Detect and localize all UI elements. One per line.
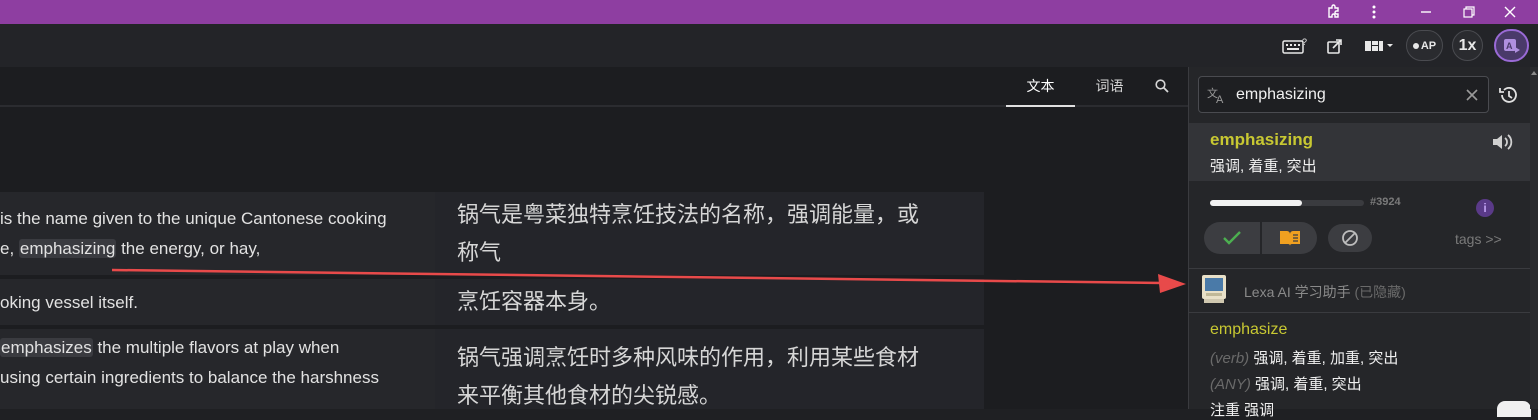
part-of-speech: (ANY) xyxy=(1210,376,1251,393)
source-segment: e, xyxy=(0,239,19,258)
extension-button[interactable]: A xyxy=(1494,29,1529,62)
search-icon[interactable] xyxy=(1148,67,1176,105)
playback-speed-button[interactable]: 1x xyxy=(1452,30,1483,61)
divider xyxy=(1189,268,1531,269)
tab-text[interactable]: 文本 xyxy=(1006,67,1075,107)
subtitle-row[interactable]: is the name given to the unique Cantones… xyxy=(0,192,984,275)
source-line: oking vessel itself. xyxy=(0,288,435,318)
divider xyxy=(1189,312,1531,313)
frequency-bar-fill xyxy=(1210,200,1303,206)
scroll-up-button[interactable] xyxy=(1497,401,1531,417)
mark-known-button[interactable] xyxy=(1204,222,1260,254)
sidebar-scrollbar[interactable] xyxy=(1530,67,1538,409)
more-menu-icon[interactable] xyxy=(1360,0,1388,24)
subtitle-panel: 文本 词语 is the name given to the unique Ca… xyxy=(0,67,1188,409)
source-segment: the multiple flavors at play when xyxy=(92,338,340,357)
dictionary-search-box[interactable]: 文A xyxy=(1198,76,1489,113)
tab-bar: 文本 词语 xyxy=(0,67,1188,107)
record-dot-icon xyxy=(1412,42,1419,49)
translation-text: 烹饪容器本身。 xyxy=(435,279,984,325)
highlighted-word[interactable]: emphasizing xyxy=(18,239,117,258)
source-segment: is the name given to the unique Cantones… xyxy=(0,209,387,228)
tags-link[interactable]: tags >> xyxy=(1455,231,1502,247)
translate-icon: 文A xyxy=(1207,86,1227,109)
entry-word: emphasizing xyxy=(1210,130,1313,149)
source-segment: the energy, or hay, xyxy=(116,239,261,258)
sense-meaning: 强调, 着重, 加重, 突出 xyxy=(1253,350,1399,367)
translation-line: 烹饪容器本身。 xyxy=(457,289,612,314)
restore-icon[interactable] xyxy=(1455,0,1483,24)
translation-line: 锅气是粤菜独特烹饪技法的名称，强调能量，或称气 xyxy=(457,202,920,265)
tab-words[interactable]: 词语 xyxy=(1077,67,1142,105)
dictionary-sense: (verb) 强调, 着重, 加重, 突出 xyxy=(1210,347,1398,368)
close-window-icon[interactable] xyxy=(1496,0,1524,24)
translation-text: 锅气强调烹饪时多种风味的作用，利用某些食材来平衡其他食材的尖锐感。 xyxy=(435,329,984,409)
dictionary-sense: (ANY) 强调, 着重, 突出 xyxy=(1210,373,1362,394)
minimize-icon[interactable] xyxy=(1412,0,1440,24)
keyboard-help-icon[interactable]: ? xyxy=(1280,30,1310,61)
source-segment: using certain ingredients to balance the… xyxy=(0,368,379,387)
source-line: e, emphasizing the energy, or hay, xyxy=(0,234,435,264)
block-icon xyxy=(1342,230,1358,246)
sense-meaning: 强调, 着重, 突出 xyxy=(1255,376,1362,393)
svg-text:A: A xyxy=(1506,41,1513,51)
svg-text:?: ? xyxy=(1302,37,1307,47)
info-icon[interactable]: i xyxy=(1476,199,1494,217)
translation-line: 锅气强调烹饪时多种风味的作用，利用某些食材来平衡其他食材的尖锐感。 xyxy=(457,345,920,408)
source-line: using certain ingredients to balance the… xyxy=(0,363,435,393)
frequency-rank: #3924 xyxy=(1370,196,1401,208)
dictionary-search-input[interactable] xyxy=(1236,83,1446,106)
subtitle-row[interactable]: oking vessel itself. 烹饪容器本身。 xyxy=(0,279,984,325)
source-line: emphasizes the multiple flavors at play … xyxy=(0,333,435,363)
source-text: is the name given to the unique Cantones… xyxy=(0,192,435,275)
source-text: emphasizes the multiple flavors at play … xyxy=(0,329,435,409)
assistant-label[interactable]: Lexa AI 学习助手 (已隐藏) xyxy=(1244,282,1406,302)
check-icon xyxy=(1223,231,1241,245)
assistant-status: (已隐藏) xyxy=(1354,284,1406,300)
dictionary-sidebar: 文A emphasizing 强调, 着重, 突出 #3924 i tags >… xyxy=(1188,67,1538,419)
auto-pause-toggle[interactable]: AP xyxy=(1406,30,1443,61)
dictionary-partial-line: 注重 强调 xyxy=(1210,402,1275,419)
subtitle-row[interactable]: emphasizes the multiple flavors at play … xyxy=(0,329,984,409)
part-of-speech: (verb) xyxy=(1210,350,1250,367)
dictionary-lemma: emphasize xyxy=(1210,321,1288,338)
source-segment: oking vessel itself. xyxy=(0,293,138,312)
layout-dropdown-icon[interactable] xyxy=(1360,30,1398,61)
toolbar: ? AP 1x A xyxy=(0,24,1538,67)
mark-learning-button[interactable] xyxy=(1262,222,1317,254)
translation-text: 锅气是粤菜独特烹饪技法的名称，强调能量，或称气 xyxy=(435,192,984,275)
svg-text:A: A xyxy=(1216,94,1224,104)
translate-ext-icon: A xyxy=(1503,38,1520,53)
clear-search-icon[interactable] xyxy=(1466,88,1478,106)
highlighted-word[interactable]: emphasizes xyxy=(0,338,93,357)
history-icon[interactable] xyxy=(1497,84,1519,106)
frequency-bar xyxy=(1210,200,1364,206)
word-entry-card: emphasizing 强调, 着重, 突出 xyxy=(1189,123,1531,181)
assistant-avatar xyxy=(1201,274,1227,304)
speaker-icon[interactable] xyxy=(1491,132,1515,157)
title-bar xyxy=(0,0,1538,24)
share-icon[interactable] xyxy=(1322,30,1348,61)
speed-label: 1x xyxy=(1458,36,1477,54)
entry-translation: 强调, 着重, 突出 xyxy=(1210,158,1317,175)
assistant-name: Lexa AI 学习助手 xyxy=(1244,284,1351,300)
auto-pause-label: AP xyxy=(1420,39,1437,52)
source-line: is the name given to the unique Cantones… xyxy=(0,204,435,234)
scroll-up-arrow-icon[interactable] xyxy=(1530,69,1538,77)
ignore-button[interactable] xyxy=(1328,224,1372,252)
extensions-icon[interactable] xyxy=(1320,0,1348,24)
book-icon xyxy=(1279,231,1300,246)
source-text: oking vessel itself. xyxy=(0,279,435,325)
